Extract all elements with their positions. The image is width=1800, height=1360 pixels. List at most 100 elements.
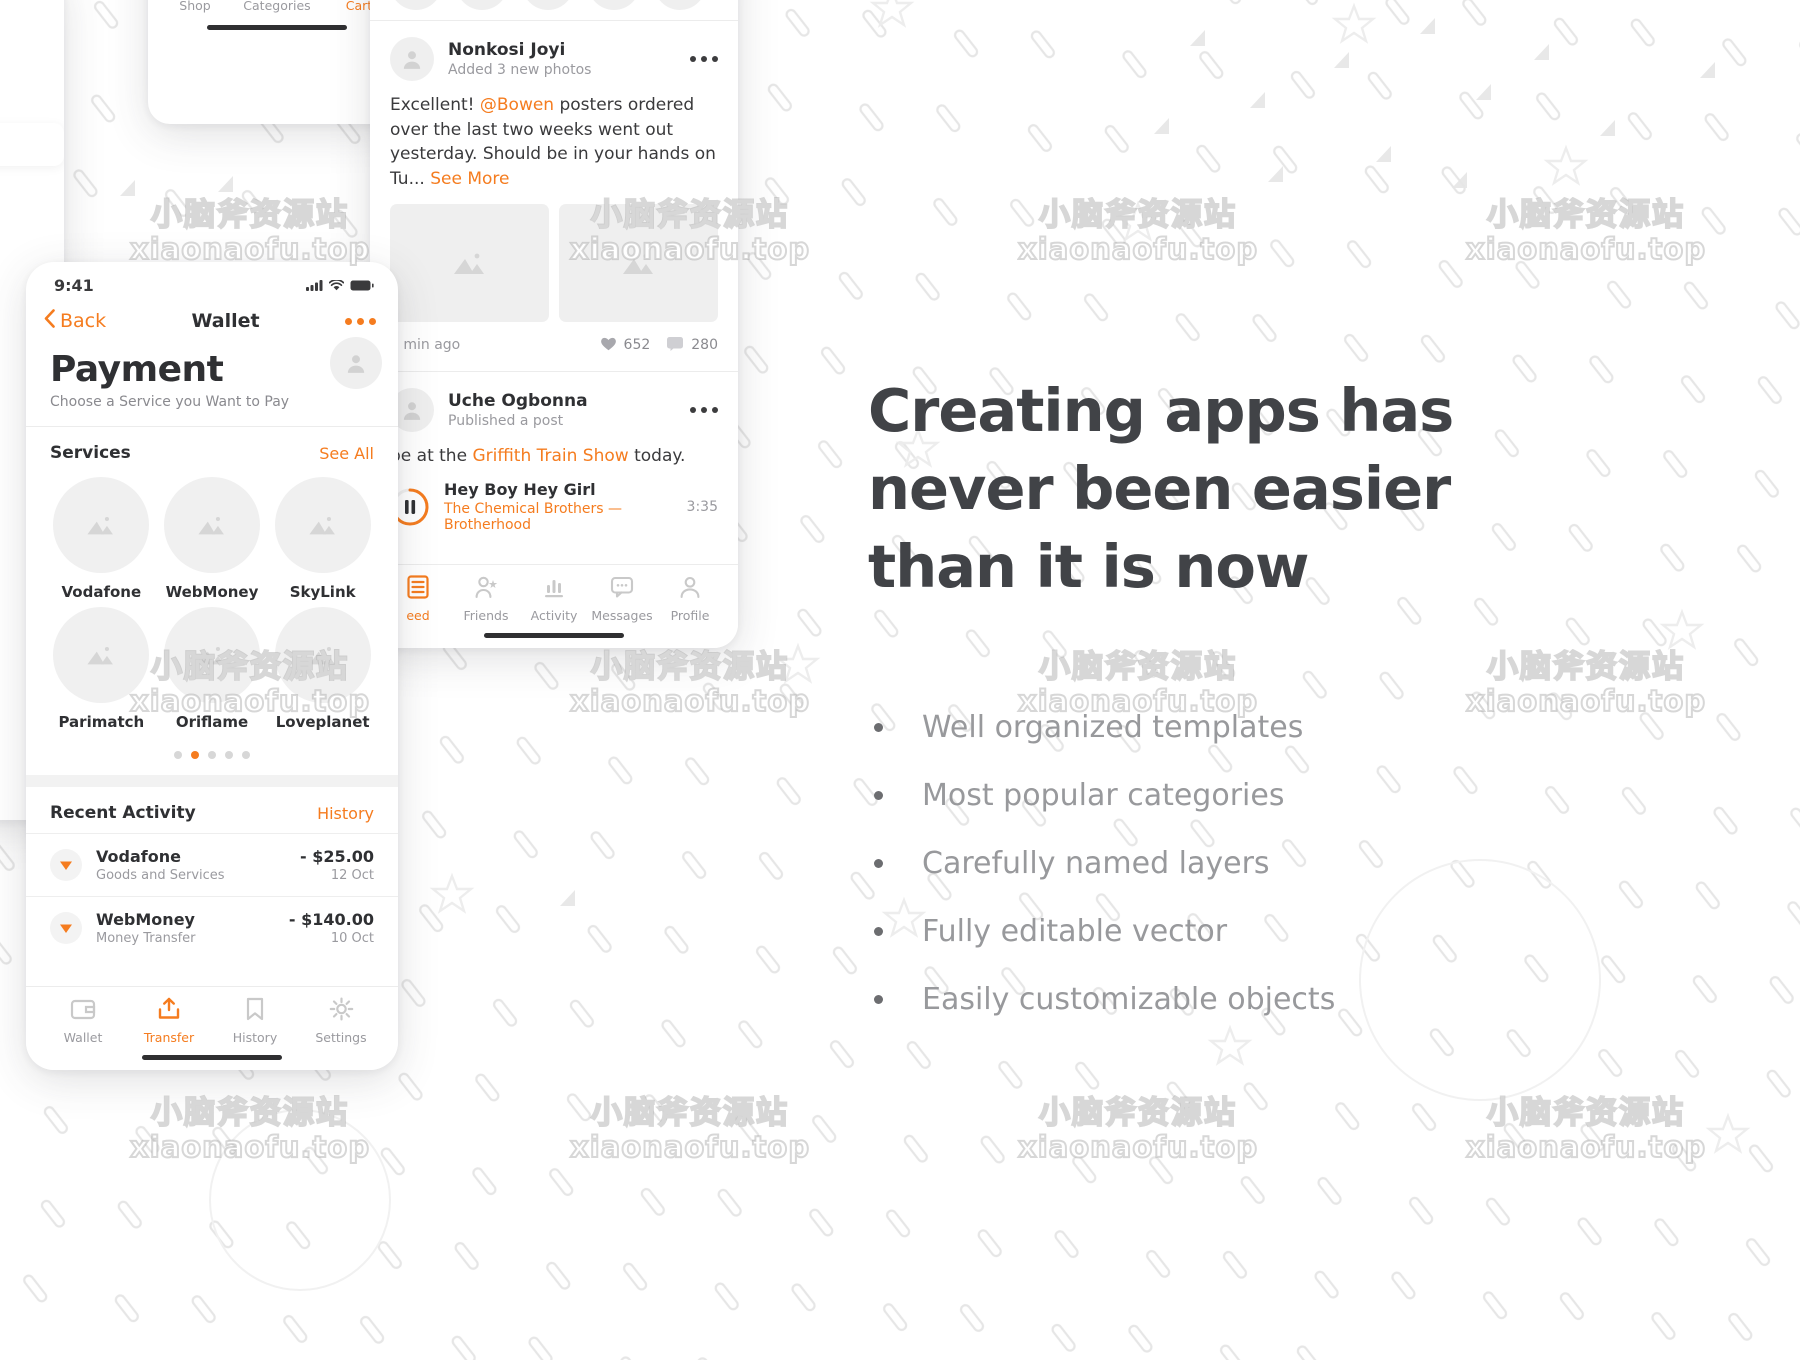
- history-link[interactable]: History: [317, 804, 374, 823]
- feed-tab-messages[interactable]: Messages: [588, 575, 656, 623]
- wifi-icon: [328, 276, 345, 295]
- feed-tab-profile-label: Profile: [670, 608, 710, 623]
- see-more-link[interactable]: See More: [430, 169, 509, 189]
- outgoing-icon: [50, 849, 82, 881]
- story-avatar[interactable]: [522, 0, 574, 10]
- wallet-tab-history[interactable]: History: [212, 997, 298, 1045]
- story-avatar[interactable]: [456, 0, 508, 10]
- service-item[interactable]: Loveplanet: [267, 607, 378, 731]
- shop-tab-cart-label: Cart: [345, 0, 373, 13]
- post-photos[interactable]: [370, 202, 738, 322]
- post-more-icon[interactable]: [690, 406, 718, 413]
- service-item[interactable]: Oriflame: [157, 607, 268, 731]
- image-placeholder-icon: [53, 477, 150, 573]
- post-mention[interactable]: @Bowen: [480, 95, 554, 115]
- story-avatar[interactable]: [390, 0, 442, 10]
- post-subtitle: Published a post: [448, 412, 564, 429]
- battery-icon: [350, 276, 374, 295]
- marketing-headline: Creating apps has never been easier than…: [868, 372, 1568, 606]
- image-placeholder-icon: [274, 607, 371, 703]
- story-avatar[interactable]: [588, 0, 640, 10]
- pager-dot[interactable]: [208, 751, 216, 759]
- stories-strip[interactable]: [370, 0, 738, 20]
- transaction-row[interactable]: WebMoney Money Transfer - $140.00 10 Oct: [26, 896, 398, 959]
- service-item[interactable]: Vodafone: [46, 477, 157, 601]
- service-item[interactable]: SkyLink: [267, 477, 378, 601]
- transaction-date: 10 Oct: [330, 931, 374, 946]
- services-grid[interactable]: Vodafone WebMoney SkyLink Parimatch Orif…: [26, 473, 398, 731]
- outgoing-icon: [50, 912, 82, 944]
- image-placeholder-icon: [163, 607, 260, 703]
- left-kebab-icon[interactable]: [0, 9, 64, 31]
- pager-dot[interactable]: [225, 751, 233, 759]
- phone-wallet[interactable]: 9:41 Back Wallet Payment Choose a Servic…: [26, 262, 398, 1070]
- marketing-bullet: Well organized templates: [868, 710, 1568, 746]
- post-header: Nonkosi Joyi Added 3 new photos: [370, 21, 738, 87]
- post-body: Excellent! @Bowen posters ordered over t…: [370, 87, 738, 202]
- post-comments-count: 280: [691, 337, 718, 354]
- avatar: [390, 37, 434, 81]
- post-likes[interactable]: 652: [600, 336, 650, 355]
- post-more-icon[interactable]: [690, 56, 718, 62]
- left-avatar: [0, 31, 64, 97]
- wallet-hero: Payment Choose a Service you Want to Pay: [26, 337, 398, 426]
- transaction-row[interactable]: Vodafone Goods and Services - $25.00 12 …: [26, 833, 398, 896]
- headline-line-1: Creating apps has: [868, 376, 1454, 445]
- back-button[interactable]: Back: [44, 309, 106, 333]
- feed-tab-friends[interactable]: Friends: [452, 575, 520, 623]
- transfer-icon: [156, 997, 182, 1025]
- audio-player[interactable]: Hey Boy Hey Girl The Chemical Brothers —…: [370, 478, 738, 549]
- wallet-home-indicator: [142, 1055, 282, 1060]
- back-button-label: Back: [60, 310, 107, 332]
- post-body-pre: Excellent!: [390, 95, 480, 115]
- shop-home-indicator: [207, 25, 347, 30]
- post-header: Uche Ogbonna Published a post: [370, 372, 738, 438]
- post-photo[interactable]: [559, 203, 718, 322]
- wallet-tab-settings[interactable]: Settings: [298, 997, 384, 1045]
- feed-tab-profile[interactable]: Profile: [656, 575, 724, 623]
- shop-tab-shop[interactable]: Shop: [154, 0, 236, 13]
- image-placeholder-icon: [274, 477, 371, 573]
- shop-tabbar[interactable]: Shop Categories Cart: [148, 0, 406, 23]
- marketing-bullet: Fully editable vector: [868, 914, 1568, 950]
- post-photo[interactable]: [390, 203, 549, 322]
- section-gap: [26, 775, 398, 787]
- story-avatar[interactable]: [654, 0, 706, 10]
- wallet-tab-transfer[interactable]: Transfer: [126, 997, 212, 1045]
- wallet-tab-wallet[interactable]: Wallet: [40, 997, 126, 1045]
- wallet-tab-history-label: History: [232, 1030, 278, 1045]
- track-title: Hey Boy Hey Girl: [444, 480, 596, 500]
- service-label: SkyLink: [289, 583, 356, 601]
- post-comments[interactable]: 280: [666, 336, 718, 355]
- pager-dot[interactable]: [242, 751, 250, 759]
- page-title: Wallet: [191, 310, 260, 332]
- friends-icon: [474, 575, 498, 603]
- pager-dot[interactable]: [174, 751, 182, 759]
- status-time: 9:41: [54, 276, 94, 295]
- hero-subtitle: Choose a Service you Want to Pay: [50, 394, 290, 410]
- see-all-link[interactable]: See All: [319, 444, 374, 463]
- services-header: Services See All: [26, 427, 398, 473]
- feed-tabbar[interactable]: eed Friends Activity Messages Profile: [370, 564, 738, 648]
- shop-tab-categories[interactable]: Categories: [236, 0, 318, 13]
- wallet-tabbar[interactable]: Wallet Transfer History Settings: [26, 986, 398, 1070]
- feed-post[interactable]: Uche Ogbonna Published a post be at the …: [370, 372, 738, 552]
- feed-tab-activity[interactable]: Activity: [520, 575, 588, 623]
- left-home-label: ome: [0, 231, 64, 246]
- phone-shop-partial[interactable]: Next Step: Ord Shop Categories Cart: [148, 0, 406, 124]
- services-pager[interactable]: [26, 731, 398, 775]
- headline-line-2: never been easier: [868, 453, 1451, 523]
- service-label: Vodafone: [61, 583, 142, 601]
- avatar[interactable]: [330, 337, 382, 389]
- feed-post[interactable]: Nonkosi Joyi Added 3 new photos Excellen…: [370, 21, 738, 371]
- service-item[interactable]: Parimatch: [46, 607, 157, 731]
- feed-tab-activity-label: Activity: [530, 608, 578, 623]
- phone-social-feed[interactable]: Nonkosi Joyi Added 3 new photos Excellen…: [370, 0, 738, 648]
- post-body-pre: be at the: [390, 445, 473, 466]
- wallet-more-icon[interactable]: [345, 317, 376, 325]
- service-item[interactable]: WebMoney: [157, 477, 268, 601]
- post-event-link[interactable]: Griffith Train Show: [472, 446, 628, 466]
- image-placeholder-icon: [163, 477, 260, 573]
- comment-icon: [666, 336, 684, 355]
- pager-dot-active[interactable]: [191, 751, 199, 759]
